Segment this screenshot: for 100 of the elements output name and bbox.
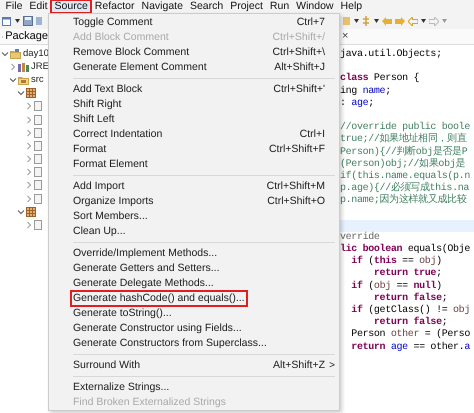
menu-item[interactable]: Format Ctrl+Shift+F: [49, 142, 339, 157]
forward-arrow-icon[interactable]: [395, 16, 405, 26]
menu-item[interactable]: Generate Element Comment Alt+Shift+J: [49, 60, 339, 75]
collapsed-chevron-icon[interactable]: [25, 181, 33, 190]
menu-item[interactable]: Correct Indentation Ctrl+I: [49, 127, 339, 142]
menu-item[interactable]: Sort Members...: [49, 209, 339, 224]
tree-item[interactable]: src: [31, 75, 44, 85]
code-line: (Person)obj;//如果obj是: [340, 160, 466, 170]
menu-item[interactable]: Format Element: [49, 157, 339, 172]
menu-item-label: Generate Getters and Setters...: [73, 263, 220, 274]
menu-item[interactable]: Override/Implement Methods...: [49, 246, 339, 261]
menu-item-label: Sort Members...: [73, 211, 148, 222]
collapsed-chevron-icon[interactable]: [25, 168, 33, 176]
file-icon: [34, 167, 42, 178]
menu-bar-item[interactable]: Project: [226, 0, 266, 13]
menu-item[interactable]: Organize Imports Ctrl+Shift+O: [49, 194, 339, 209]
menu-item[interactable]: Generate Getters and Setters...: [49, 261, 339, 276]
menu-item[interactable]: Remove Block Comment Ctrl+Shift+\: [49, 45, 339, 60]
menu-item-label: Organize Imports: [73, 196, 154, 207]
shortcut-text: Ctrl+Shift+': [273, 84, 325, 95]
menu-item-label: Externalize Strings...: [73, 382, 170, 393]
shortcut-text: Ctrl+Shift+F: [268, 144, 325, 155]
menu-item[interactable]: Generate Constructor using Fields...: [49, 321, 339, 336]
menu-item[interactable]: Generate Constructors from Superclass...: [49, 336, 339, 351]
collapsed-chevron-icon[interactable]: [25, 102, 33, 110]
file-icon: [34, 154, 42, 164]
dropdown-caret-icon[interactable]: [15, 19, 20, 23]
save-icon[interactable]: [23, 16, 33, 26]
menu-bar-item[interactable]: Run: [266, 0, 293, 13]
shortcut-text: Ctrl+I: [300, 129, 325, 140]
menu-bar-item[interactable]: Edit: [26, 0, 52, 13]
code-line: true;//如果地址相同，则直: [340, 135, 466, 146]
shortcut-text: Ctrl+Shift+O: [267, 196, 325, 207]
code-line: p.name;因为这样就又成比较: [340, 196, 466, 206]
menu-item[interactable]: Generate hashCode() and equals()...: [49, 291, 339, 306]
menu-item[interactable]: Shift Left: [49, 112, 339, 127]
file-icon: [34, 194, 42, 204]
menu-item-label: Add Text Block: [73, 84, 142, 95]
source-folder-icon: [18, 74, 29, 85]
menu-item[interactable]: Surround With Alt+Shift+Z >: [49, 358, 339, 373]
menu-bar-item[interactable]: Window: [292, 0, 338, 13]
shortcut-text: Alt+Shift+J: [274, 62, 325, 73]
file-icon: [34, 128, 42, 138]
collapsed-chevron-icon[interactable]: [25, 221, 33, 230]
close-tab-button[interactable]: ×: [342, 31, 348, 42]
new-file-icon[interactable]: [2, 16, 12, 26]
dropdown-caret-icon[interactable]: [374, 19, 379, 23]
collapsed-chevron-icon[interactable]: [25, 194, 33, 203]
menu-item-label: Shift Right: [73, 99, 122, 110]
menu-item-label: Generate Delegate Methods...: [73, 278, 214, 289]
menu-item-label: Toggle Comment: [73, 17, 152, 28]
collapsed-chevron-icon[interactable]: [25, 155, 33, 164]
expanded-chevron-icon[interactable]: [1, 50, 9, 58]
menu-item[interactable]: Add Import Ctrl+Shift+M: [49, 179, 339, 194]
menu-item-label: Format Element: [73, 159, 148, 170]
code-line: p.age){//必须写成this.na: [340, 184, 470, 194]
save-all-icon[interactable]: [36, 16, 42, 26]
code-line: return age == other.a: [350, 342, 470, 353]
code-line: verride: [340, 232, 380, 243]
shortcut-text: Ctrl+7: [296, 17, 325, 28]
menu-item-label: Correct Indentation: [73, 129, 162, 140]
library-icon: [18, 62, 29, 72]
menu-item-label: Clean Up...: [73, 226, 126, 237]
collapsed-chevron-icon[interactable]: [25, 128, 33, 137]
menu-item-label: Generate Constructors from Superclass...: [73, 338, 267, 349]
expanded-chevron-icon[interactable]: [17, 208, 25, 216]
dropdown-caret-icon[interactable]: [421, 19, 426, 23]
menu-item-label: Format: [73, 144, 106, 155]
menu-bar-item[interactable]: Source: [51, 0, 92, 13]
code-line: Person){//判断obj是否是P: [340, 148, 468, 158]
menu-bar-item[interactable]: Help: [337, 0, 366, 13]
menu-item-label: Add Block Comment: [73, 32, 169, 43]
code-line: if (this == obj): [350, 257, 442, 268]
file-icon: [34, 180, 42, 190]
menu-item[interactable]: Generate Delegate Methods...: [49, 276, 339, 291]
menu-item[interactable]: Shift Right: [49, 97, 339, 112]
collapsed-chevron-icon[interactable]: [25, 116, 33, 124]
dropdown-caret-icon[interactable]: [354, 19, 359, 23]
menu-bar-item[interactable]: Refactor: [91, 0, 138, 13]
code-line: return true;: [372, 269, 442, 280]
package-icon: [26, 88, 36, 98]
menu-bar-item[interactable]: Search: [186, 0, 227, 13]
menu-bar-item[interactable]: File: [2, 0, 26, 13]
code-line: lic boolean equals(Obje: [340, 245, 470, 256]
menu-item-label: Generate toString()...: [73, 308, 172, 319]
menu-item-label: Generate hashCode() and equals()...: [73, 293, 245, 304]
collapsed-chevron-icon[interactable]: [25, 142, 33, 150]
collapsed-chevron-icon[interactable]: [9, 62, 17, 71]
file-icon: [34, 101, 42, 112]
menu-item-label: Generate Element Comment: [73, 62, 207, 73]
code-line: if(this.name.equals(p.n: [340, 172, 470, 182]
menu-item-label: Find Broken Externalized Strings: [73, 397, 226, 408]
menu-item[interactable]: Add Text Block Ctrl+Shift+': [49, 82, 339, 97]
menu-bar-item[interactable]: Navigate: [138, 0, 186, 13]
menu-item[interactable]: Clean Up...: [49, 224, 339, 239]
menu-item[interactable]: Generate toString()...: [49, 306, 339, 321]
expanded-chevron-icon[interactable]: [9, 76, 17, 84]
expanded-chevron-icon[interactable]: [17, 89, 25, 98]
menu-item[interactable]: Externalize Strings...: [49, 380, 339, 395]
menu-item[interactable]: Toggle Comment Ctrl+7: [49, 15, 339, 30]
